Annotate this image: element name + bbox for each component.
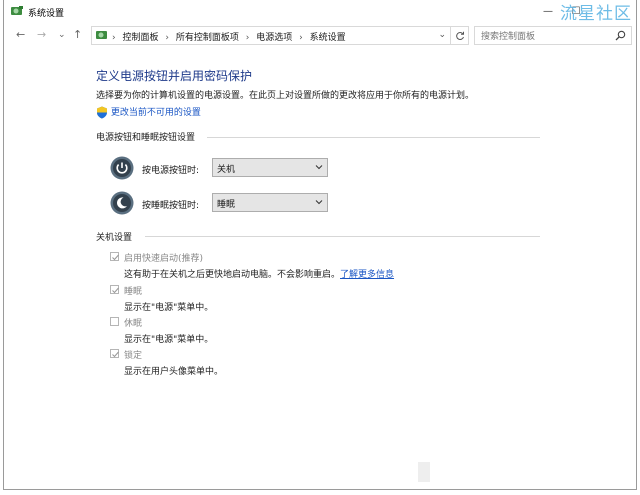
sleep-checkbox[interactable] (110, 285, 119, 294)
fast-startup-label: 启用快速启动(推荐) (124, 254, 204, 264)
sleep-moon-icon (110, 191, 134, 215)
watermark-logo: 流星社区 (560, 4, 632, 24)
breadcrumb-control-panel[interactable]: 控制面板 (122, 33, 158, 43)
search-icon (615, 30, 626, 41)
page-description: 选择要为你的计算机设置的电源设置。在此页上对设置所做的更改将应用于你所有的电源计… (96, 91, 475, 101)
address-dropdown-chevron-icon[interactable]: ⌄ (438, 30, 446, 40)
breadcrumb: › 控制面板 › 所有控制面板项 › 电源选项 › 系统设置 (112, 30, 350, 43)
breadcrumb-power-options[interactable]: 电源选项 (256, 33, 292, 43)
uac-shield-icon (97, 106, 107, 119)
fast-startup-checkbox[interactable] (110, 252, 119, 261)
chevron-down-icon (315, 200, 323, 205)
learn-more-link[interactable]: 了解更多信息 (340, 270, 394, 280)
up-arrow-icon[interactable]: ↑ (73, 28, 82, 42)
fast-startup-desc-text: 这有助于在关机之后更快地启动电脑。不会影响重启。 (124, 270, 341, 280)
sleep-button-label: 按睡眠按钮时: (142, 201, 200, 211)
lock-checkbox[interactable] (110, 349, 119, 358)
hibernate-label: 休眠 (124, 319, 143, 329)
power-icon (110, 156, 134, 180)
address-bar[interactable]: › 控制面板 › 所有控制面板项 › 电源选项 › 系统设置 ⌄ (91, 26, 451, 45)
sleep-button-row: 按睡眠按钮时: 睡眠 (110, 191, 340, 215)
checkmark-icon (112, 351, 119, 358)
navigation-bar: ← → ⌄ ↑ › 控制面板 › 所有控制面板项 › 电源选项 › 系统设置 ⌄ (4, 26, 636, 46)
checkmark-icon (112, 254, 119, 261)
sleep-description: 显示在"电源"菜单中。 (124, 303, 214, 313)
system-settings-window: 系统设置 — ☐ 流星社区 ← → ⌄ ↑ › 控制面板 › 所有控制面板项 ›… (3, 0, 637, 490)
refresh-icon (455, 31, 464, 41)
window-title: 系统设置 (28, 9, 65, 19)
selected-value: 关机 (217, 165, 236, 175)
control-panel-icon (11, 6, 23, 15)
breadcrumb-system-settings[interactable]: 系统设置 (310, 33, 346, 43)
search-box[interactable] (474, 26, 632, 45)
power-button-row: 按电源按钮时: 关机 (110, 156, 340, 180)
hibernate-checkbox[interactable] (110, 317, 119, 326)
power-buttons-section-title: 电源按钮和睡眠按钮设置 (96, 133, 196, 143)
page-title: 定义电源按钮并启用密码保护 (96, 69, 253, 83)
chevron-down-icon (315, 165, 323, 170)
selected-value: 睡眠 (217, 200, 236, 210)
breadcrumb-separator-icon: › (245, 33, 250, 43)
change-settings-row[interactable]: 更改当前不可用的设置 (96, 105, 201, 119)
power-button-label: 按电源按钮时: (142, 166, 200, 176)
control-panel-icon (96, 31, 107, 39)
breadcrumb-all-items[interactable]: 所有控制面板项 (176, 33, 239, 43)
sleep-label: 睡眠 (124, 287, 143, 297)
breadcrumb-separator-icon: › (165, 33, 169, 43)
lock-description: 显示在用户头像菜单中。 (124, 367, 224, 377)
fast-startup-description: 这有助于在关机之后更快地启动电脑。不会影响重启。了解更多信息 (124, 267, 394, 280)
breadcrumb-separator-icon: › (299, 33, 303, 43)
refresh-button[interactable] (451, 26, 469, 45)
hibernate-description: 显示在"电源"菜单中。 (124, 335, 214, 345)
sleep-button-action-select[interactable]: 睡眠 (212, 193, 328, 212)
change-unavailable-settings-link[interactable]: 更改当前不可用的设置 (111, 108, 201, 118)
shutdown-section-title: 关机设置 (96, 233, 133, 243)
save-changes-button-partial[interactable] (418, 462, 430, 482)
section-divider (207, 137, 540, 138)
breadcrumb-separator-icon: › (112, 33, 116, 43)
recent-locations-chevron-icon[interactable]: ⌄ (58, 28, 66, 42)
title-bar: 系统设置 — ☐ 流星社区 (4, 0, 636, 24)
lock-label: 锁定 (124, 351, 143, 361)
minimize-button[interactable]: — (536, 4, 560, 20)
power-button-action-select[interactable]: 关机 (212, 158, 328, 177)
search-input[interactable] (479, 28, 613, 45)
back-arrow-icon[interactable]: ← (16, 28, 25, 42)
forward-arrow-icon[interactable]: → (37, 28, 46, 42)
checkmark-icon (112, 287, 119, 294)
section-divider (145, 236, 540, 237)
